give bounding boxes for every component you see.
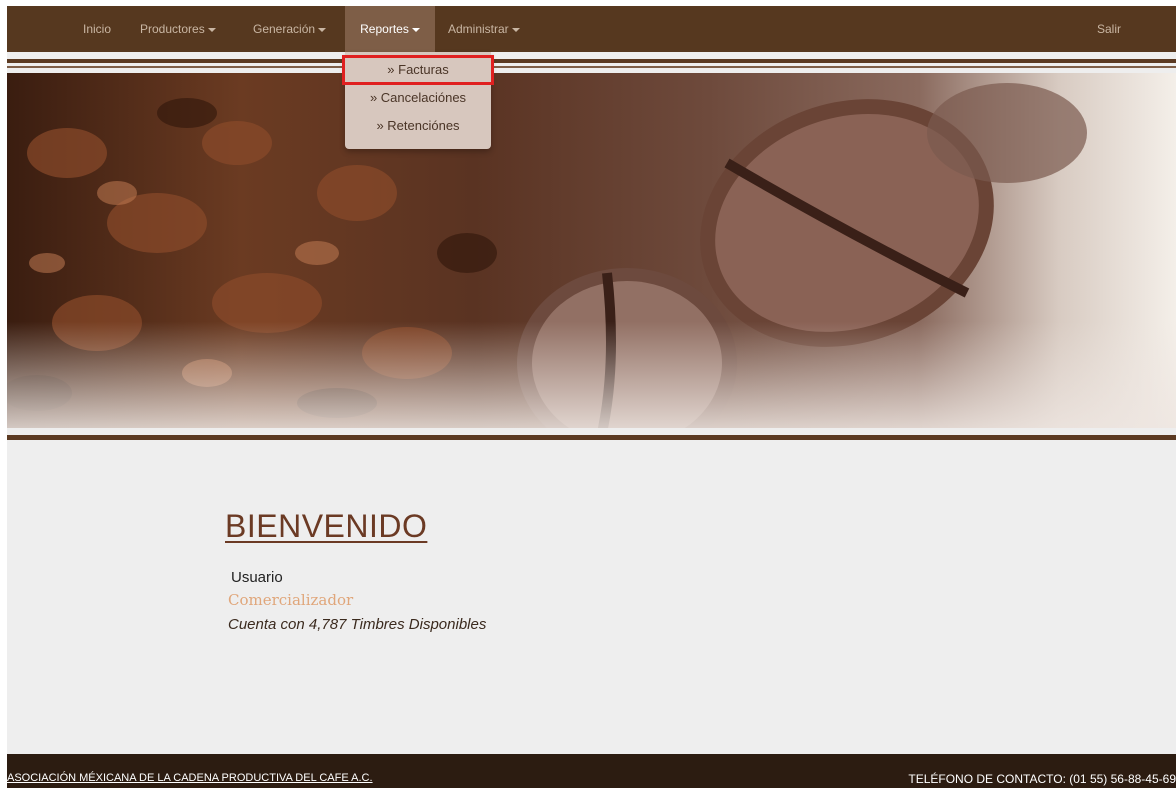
header-stripe-top — [7, 59, 1176, 63]
nav-productores-label: Productores — [140, 22, 205, 36]
menu-item-cancelaciones[interactable]: » Cancelaciónes — [345, 86, 491, 110]
banner-fade-overlay — [7, 73, 1176, 428]
user-role: Comercializador — [228, 591, 354, 609]
nav-productores[interactable]: Productores — [140, 6, 216, 52]
footer-org-link[interactable]: ASOCIACIÓN MÉXICANA DE LA CADENA PRODUCT… — [7, 772, 373, 784]
top-navbar: Inicio Productores Generación Reportes A… — [7, 6, 1176, 52]
nav-inicio-label: Inicio — [83, 22, 112, 36]
reportes-dropdown-menu: » Facturas » Cancelaciónes » Retenciónes — [342, 52, 494, 149]
menu-item-facturas-label: » Facturas — [387, 62, 449, 77]
nav-reportes[interactable]: Reportes — [345, 6, 435, 52]
nav-generacion[interactable]: Generación — [253, 6, 327, 52]
page: Inicio Productores Generación Reportes A… — [7, 6, 1176, 788]
logout-link[interactable]: Salir — [1097, 6, 1121, 52]
nav-reportes-label: Reportes — [360, 22, 409, 36]
chevron-down-icon — [511, 27, 520, 32]
banner-stripe-bottom — [7, 435, 1176, 440]
user-name: Usuario — [231, 569, 283, 586]
welcome-title: BIENVENIDO — [225, 508, 428, 544]
logout-label: Salir — [1097, 22, 1122, 36]
footer-contact: TELÉFONO DE CONTACTO: (01 55) 56-88-45-6… — [908, 772, 1176, 786]
menu-item-cancelaciones-label: » Cancelaciónes — [369, 90, 467, 105]
available-stamps-text: Cuenta con 4,787 Timbres Disponibles — [228, 616, 487, 633]
header-stripe-thin — [7, 66, 1176, 68]
coffee-banner-image — [7, 73, 1176, 428]
menu-item-retenciones-label: » Retenciónes — [376, 118, 460, 133]
nav-administrar-label: Administrar — [448, 22, 509, 36]
menu-item-retenciones[interactable]: » Retenciónes — [345, 114, 491, 138]
footer: ASOCIACIÓN MÉXICANA DE LA CADENA PRODUCT… — [7, 754, 1176, 788]
chevron-down-icon — [411, 27, 420, 32]
nav-administrar[interactable]: Administrar — [448, 6, 520, 52]
nav-inicio[interactable]: Inicio — [83, 6, 111, 52]
menu-item-facturas[interactable]: » Facturas — [342, 55, 494, 85]
nav-generacion-label: Generación — [253, 22, 316, 36]
chevron-down-icon — [318, 27, 327, 32]
chevron-down-icon — [207, 27, 216, 32]
